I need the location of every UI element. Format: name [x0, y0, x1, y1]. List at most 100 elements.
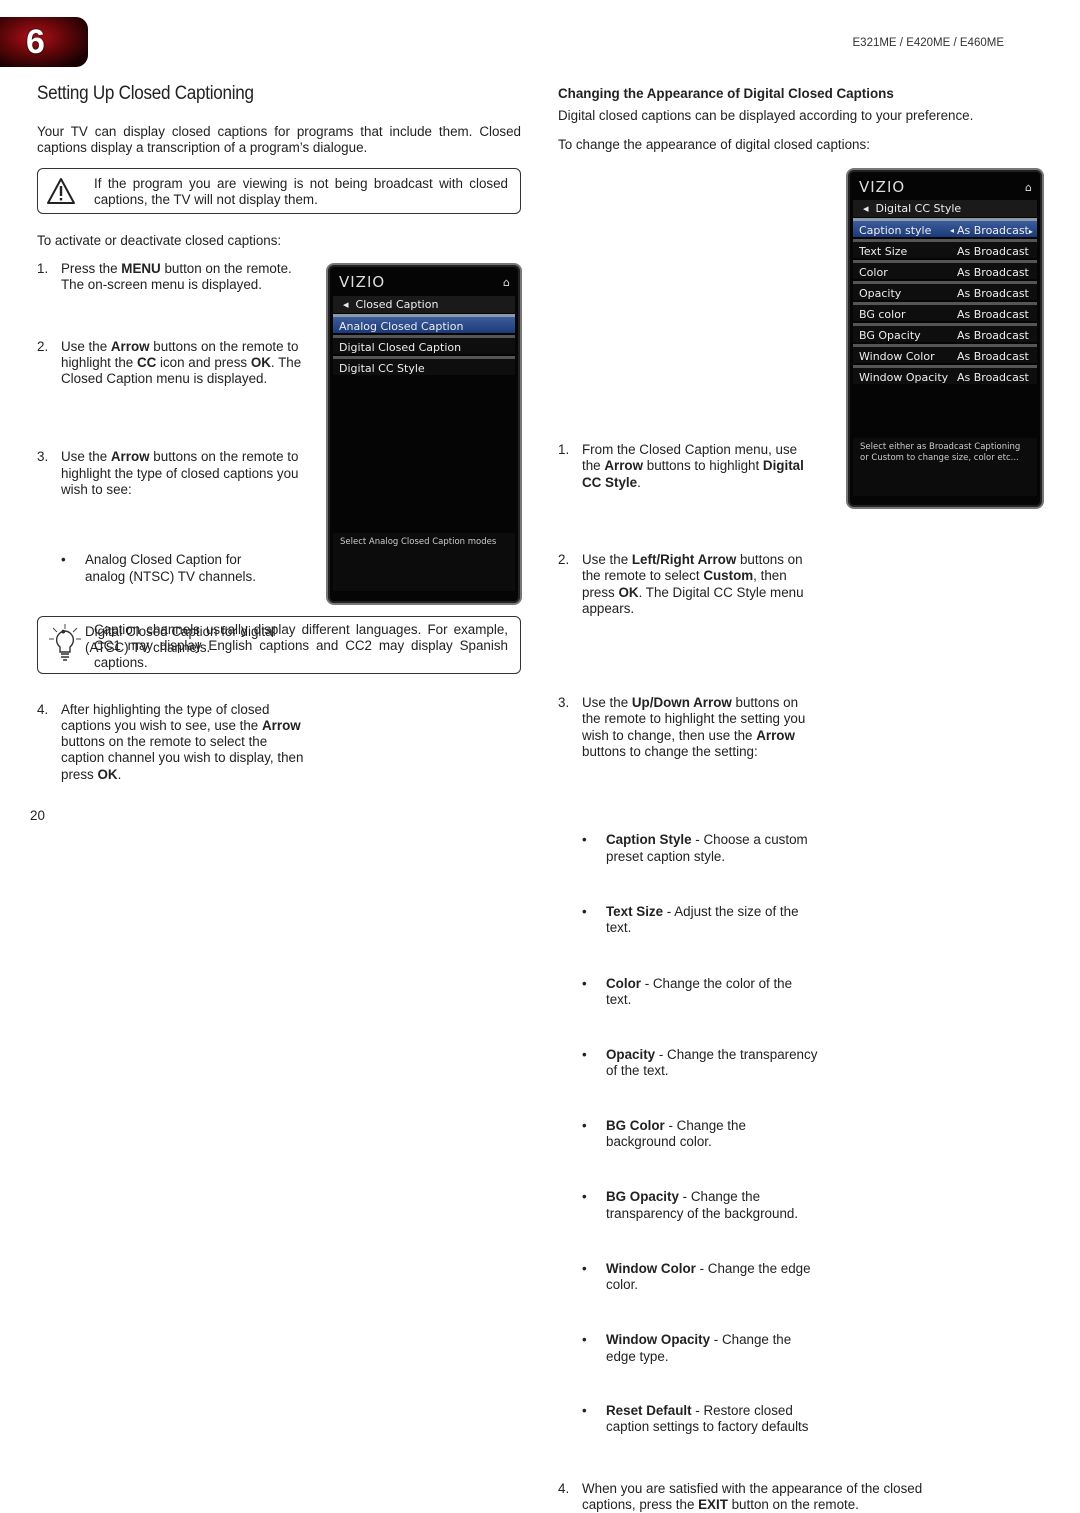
- text-segment: .: [637, 474, 641, 490]
- section-heading: Changing the Appearance of Digital Close…: [558, 86, 894, 101]
- text-segment: buttons to change the setting:: [582, 744, 758, 760]
- bold-term: BG Opacity: [606, 1189, 679, 1205]
- text-segment: icon and press: [156, 354, 251, 370]
- rich-text: BG Color - Change the background color.: [606, 1118, 746, 1149]
- page-number: 20: [30, 808, 45, 823]
- bold-term: Left/Right Arrow: [631, 551, 737, 567]
- text-segment: buttons to highlight: [643, 458, 763, 474]
- page-title: Setting Up Closed Captioning: [37, 83, 254, 104]
- menu-item-analog[interactable]: Analog Closed Caption: [333, 314, 515, 333]
- setting-value: As Broadcast: [957, 371, 1029, 384]
- bold-term: Arrow: [110, 338, 150, 354]
- rich-text: Opacity - Change the transparency of the…: [606, 1047, 817, 1078]
- activate-text: To activate or deactivate closed caption…: [37, 233, 282, 248]
- setting-label: BG Opacity: [859, 329, 921, 342]
- rich-text: From the Closed Caption menu, use the Ar…: [582, 442, 804, 490]
- menu-item-setting[interactable]: Text Size As Broadcast: [853, 239, 1037, 258]
- setting-label: Text Size: [859, 245, 908, 258]
- setting-value: As Broadcast: [957, 245, 1029, 258]
- bold-term: Caption Style: [606, 832, 692, 848]
- warning-icon: [47, 178, 75, 204]
- text-segment: After highlighting the type of closed ca…: [61, 701, 270, 733]
- setting-label: Color: [859, 266, 888, 279]
- setting-label: Window Color: [859, 350, 935, 363]
- rich-text: Window Color - Change the edge color.: [606, 1261, 811, 1292]
- menu-item-setting[interactable]: Caption style ◂ As Broadcast▸: [853, 218, 1037, 237]
- menu-item-setting[interactable]: Window Color As Broadcast: [853, 344, 1037, 363]
- menu-item-setting[interactable]: Color As Broadcast: [853, 260, 1037, 279]
- rich-text: Use the Arrow buttons on the remote to h…: [61, 339, 301, 387]
- text-segment: Use the: [61, 338, 111, 354]
- right-bullet: • Reset Default - Restore closed caption …: [582, 1403, 809, 1435]
- setting-value: As Broadcast: [957, 350, 1029, 363]
- text-segment: Use the: [61, 449, 111, 465]
- menu-item-setting[interactable]: BG color As Broadcast: [853, 302, 1037, 321]
- text-segment: Use the: [582, 695, 632, 711]
- setting-value: ◂ As Broadcast▸: [950, 221, 1033, 241]
- rich-text: Use the Arrow buttons on the remote to h…: [61, 449, 298, 497]
- left-bullet-1: • Analog Closed Caption for analog (NTSC)…: [61, 552, 256, 584]
- setting-label: Caption style: [859, 224, 932, 237]
- rich-text: BG Opacity - Change the transparency of …: [606, 1189, 798, 1220]
- warning-text: If the program you are viewing is not be…: [94, 176, 508, 208]
- bold-term: Arrow: [261, 717, 301, 733]
- bold-term: OK: [250, 354, 271, 370]
- right-step-3: 3. Use the Up/Down Arrow buttons on the r…: [558, 695, 806, 760]
- left-step-4: 4. After highlighting the type of closed …: [37, 701, 304, 782]
- setting-value: As Broadcast: [957, 266, 1029, 279]
- vizio-logo: VIZIO: [859, 178, 906, 196]
- bold-term: Arrow: [604, 458, 644, 474]
- menu-item-cc-style[interactable]: Digital CC Style: [333, 356, 515, 375]
- text-segment: .: [117, 766, 122, 782]
- rich-text: After highlighting the type of closed ca…: [61, 702, 303, 782]
- closed-caption-menu-screenshot: VIZIO ⌂ ◂ Closed Caption Analog Closed C…: [326, 263, 522, 605]
- setting-value: As Broadcast: [957, 308, 1029, 321]
- setting-label: Opacity: [859, 287, 902, 300]
- rich-text: Reset Default - Restore closed caption s…: [606, 1403, 808, 1434]
- bold-term: Opacity: [606, 1047, 656, 1063]
- rich-text: Caption Style - Choose a custom preset c…: [606, 832, 808, 863]
- menu-header: ◂ Closed Caption: [333, 296, 515, 313]
- right-bullet: • Opacity - Change the transparency of th…: [582, 1047, 818, 1079]
- digital-cc-style-menu-screenshot: VIZIO ⌂ ◂ Digital CC Style Caption style…: [846, 168, 1044, 509]
- menu-help-text: Select either as Broadcast Captioning or…: [853, 438, 1037, 496]
- bold-term: EXIT: [698, 1496, 728, 1512]
- menu-item-digital[interactable]: Digital Closed Caption: [333, 335, 515, 354]
- model-numbers: E321ME / E420ME / E460ME: [852, 37, 1005, 49]
- vizio-logo: VIZIO: [339, 273, 386, 291]
- chapter-tab: 6: [0, 17, 88, 67]
- bold-term: Up/Down Arrow: [631, 695, 732, 711]
- text-segment: button on the remote.: [727, 1496, 859, 1512]
- rich-text: When you are satisfied with the appearan…: [582, 1481, 922, 1512]
- bold-term: Custom: [703, 568, 754, 584]
- menu-header: ◂ Digital CC Style: [853, 200, 1037, 217]
- bold-term: Arrow: [110, 449, 150, 465]
- right-bullet: • Text Size - Adjust the size of the text…: [582, 903, 799, 936]
- setting-label: BG color: [859, 308, 906, 321]
- warning-note: If the program you are viewing is not be…: [37, 168, 521, 214]
- setting-value: As Broadcast: [957, 329, 1029, 342]
- bold-term: Reset Default: [606, 1403, 692, 1419]
- right-bullet: • Window Opacity - Change the edge type.: [582, 1332, 792, 1364]
- right-arrow-icon: ▸: [1028, 227, 1033, 236]
- rich-text: Text Size - Adjust the size of the text.: [606, 904, 799, 935]
- rich-text: Use the Left/Right Arrow buttons on the …: [582, 552, 804, 616]
- left-arrow-icon: ◂: [950, 226, 955, 235]
- bold-term: BG Color: [606, 1117, 665, 1133]
- bold-term: OK: [97, 766, 118, 782]
- bold-term: Window Color: [606, 1260, 696, 1276]
- right-step-1: 1. From the Closed Caption menu, use the …: [558, 442, 804, 490]
- right-bullet: • Caption Style - Choose a custom preset …: [582, 832, 808, 864]
- menu-item-setting[interactable]: Window Opacity As Broadcast: [853, 365, 1037, 384]
- menu-item-setting[interactable]: Opacity As Broadcast: [853, 281, 1037, 300]
- bold-term: MENU: [121, 261, 161, 276]
- home-icon: ⌂: [503, 276, 510, 289]
- chapter-number: 6: [26, 23, 45, 61]
- text-segment: Press the: [61, 261, 122, 276]
- right-paragraph-1: Digital closed captions can be displayed…: [558, 108, 974, 123]
- bold-term: CC: [136, 354, 157, 370]
- right-paragraph-2: To change the appearance of digital clos…: [558, 137, 870, 152]
- bold-term: OK: [618, 584, 639, 600]
- menu-item-setting[interactable]: BG Opacity As Broadcast: [853, 323, 1037, 342]
- rich-text: Press the MENU button on the remote. The…: [61, 261, 292, 292]
